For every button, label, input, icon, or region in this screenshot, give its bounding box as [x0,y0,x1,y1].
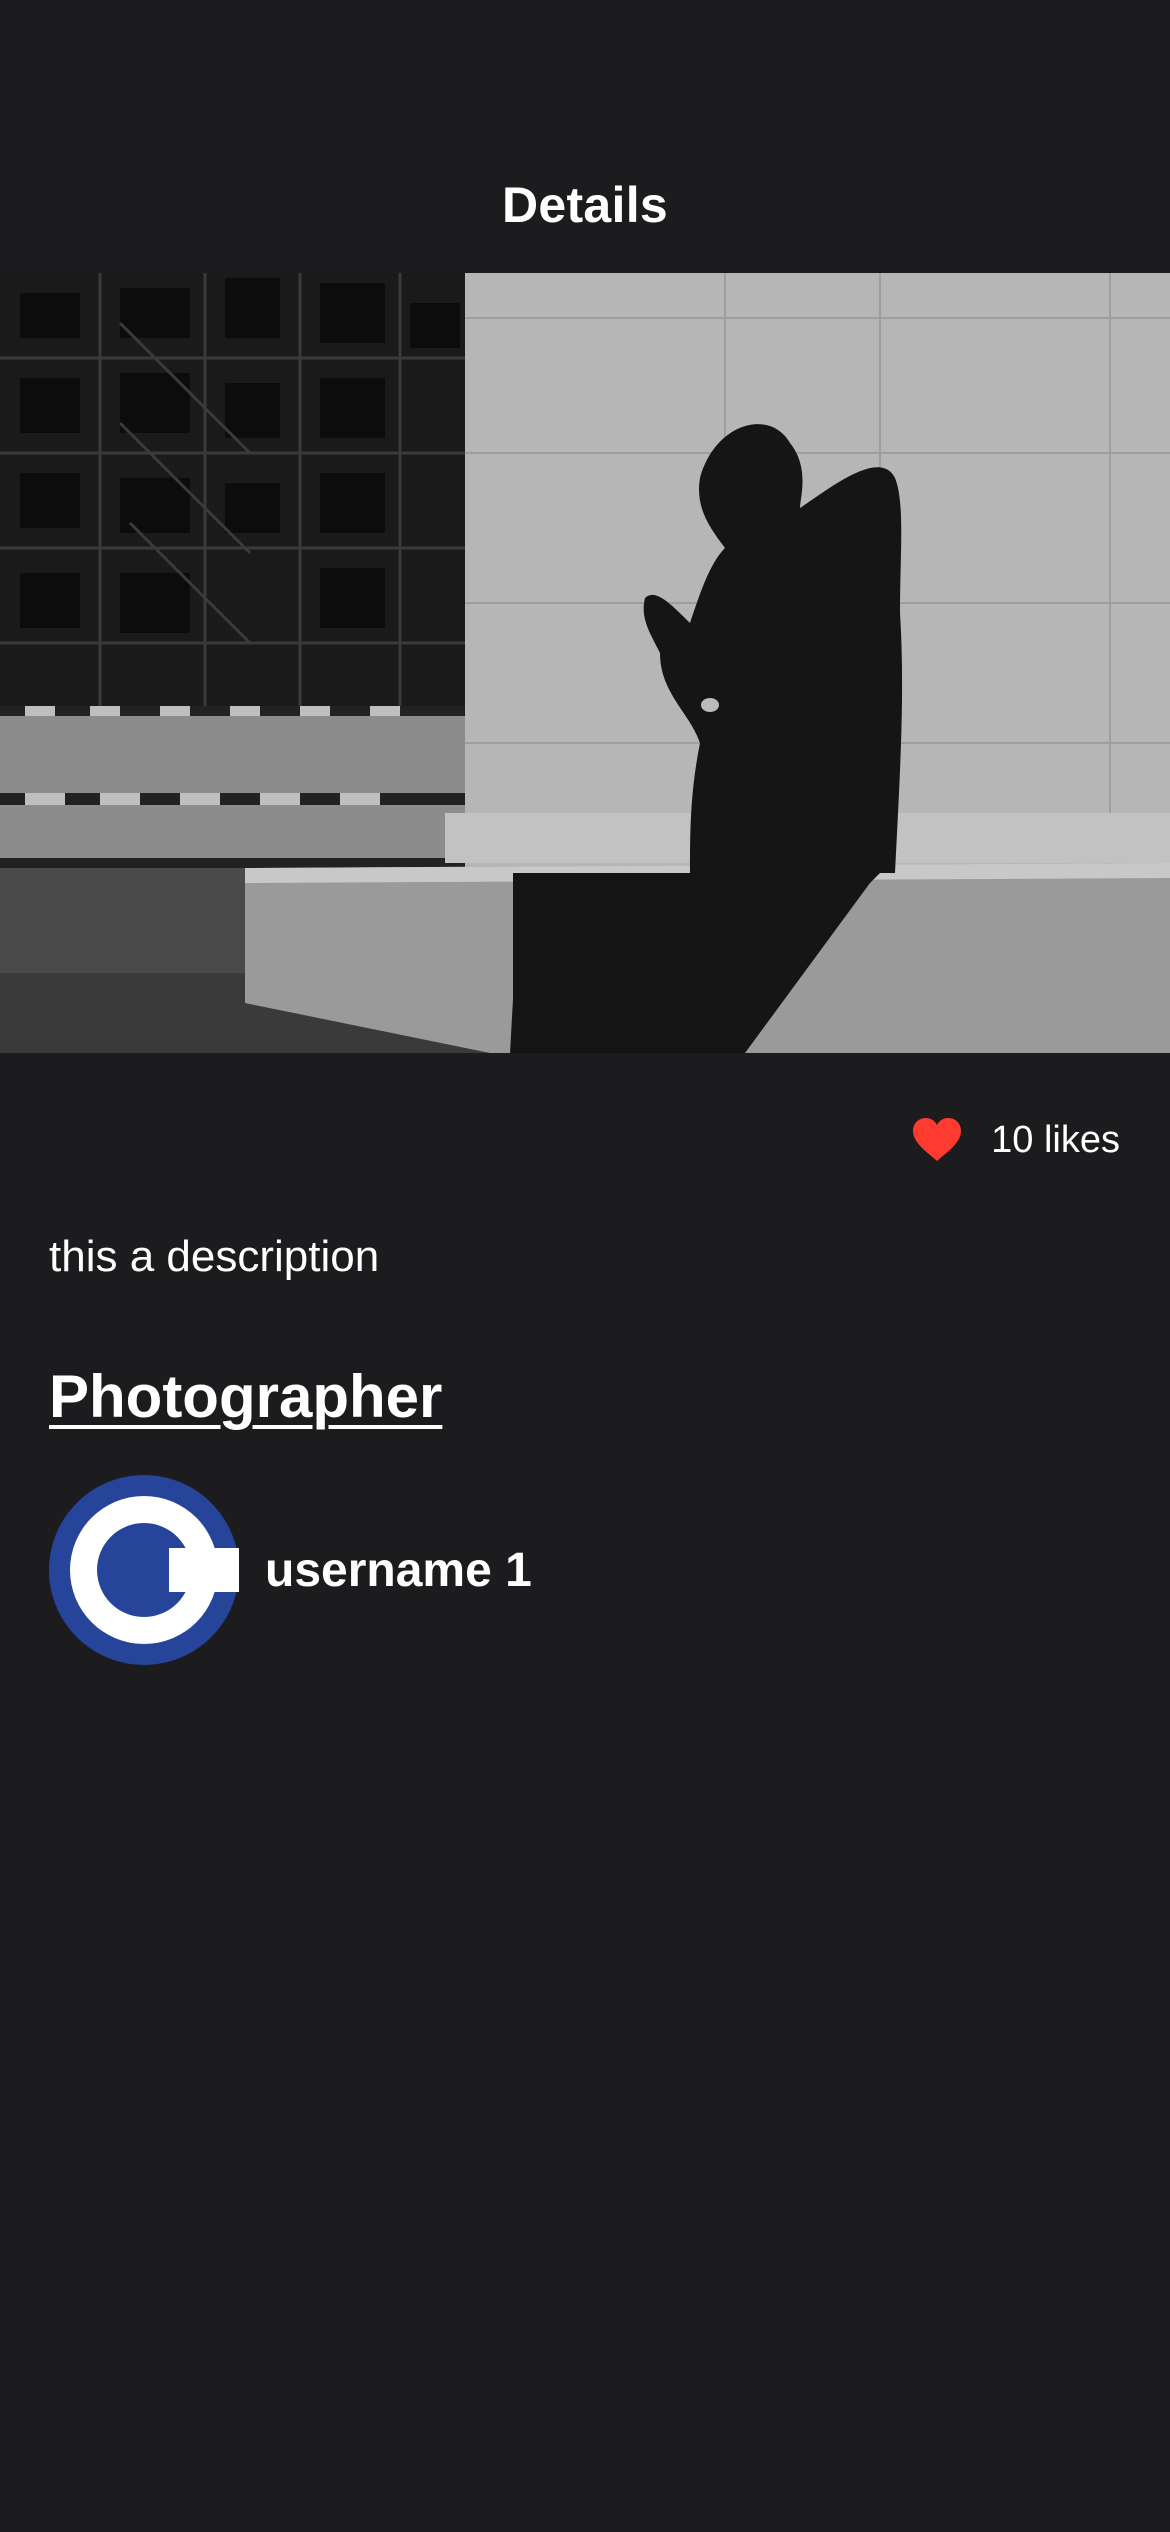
photo-description: this a description [49,1232,380,1281]
photo-scene [0,273,1170,1053]
navigation-bar: Details [0,0,1170,273]
page-title: Details [501,177,669,233]
avatar[interactable] [49,1475,239,1665]
photographer-username[interactable]: username 1 [265,1543,532,1598]
heart-icon[interactable] [911,1117,963,1163]
photographer-row[interactable]: username 1 [49,1475,532,1665]
likes-row: 10 likes [911,1112,1120,1168]
likes-count: 10 likes [991,1118,1120,1161]
photo-image[interactable] [0,273,1170,1053]
photographer-section-title: Photographer [49,1363,443,1430]
